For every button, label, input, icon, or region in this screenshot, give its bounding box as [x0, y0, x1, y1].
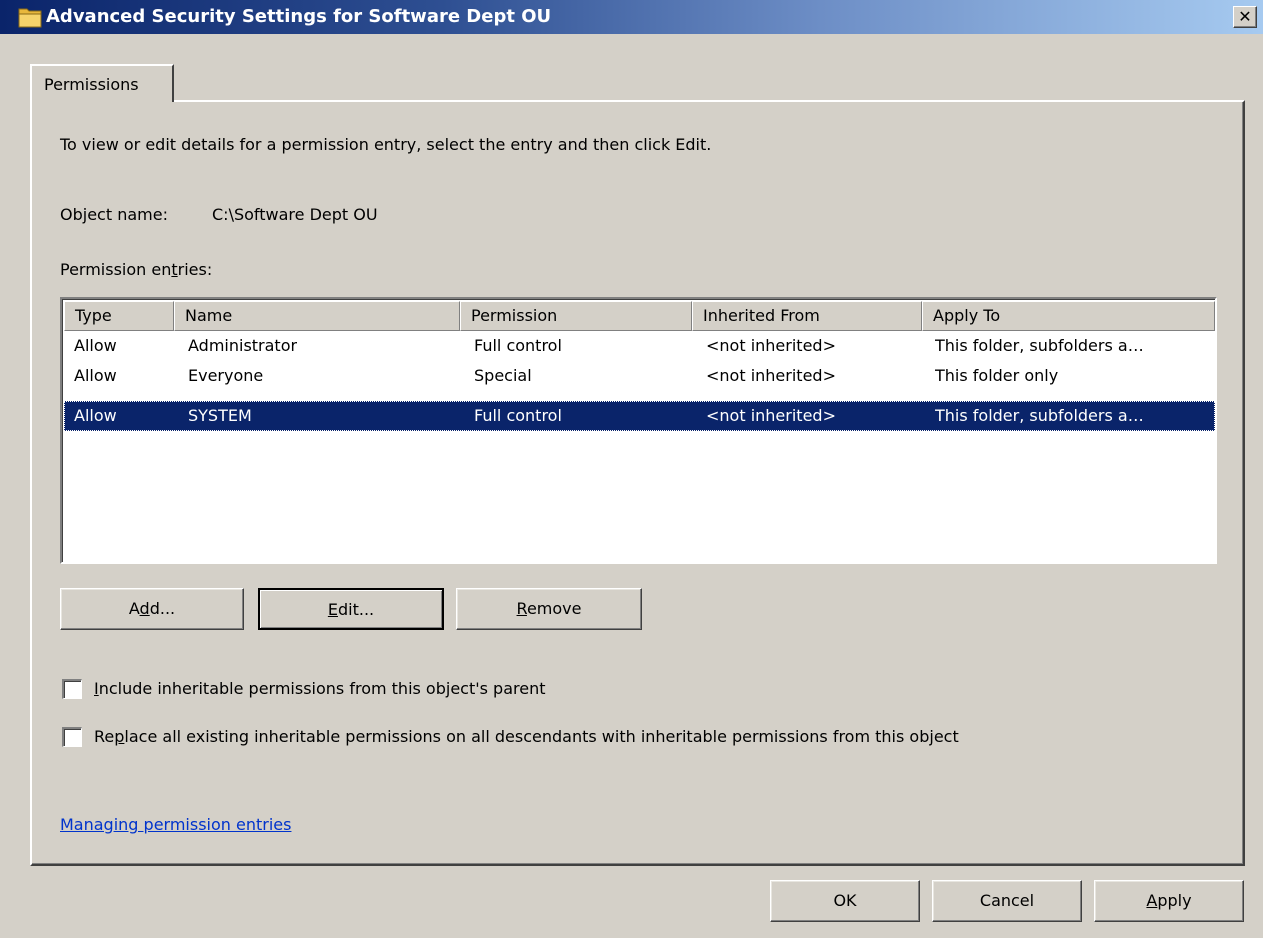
label-part: Re [94, 727, 115, 746]
column-header-inherited-from[interactable]: Inherited From [692, 301, 922, 331]
label-part: ries: [177, 260, 213, 279]
tab-label: Permissions [44, 75, 139, 94]
cell-permission: Full control [474, 406, 562, 425]
label-part: lace all existing inheritable permission… [124, 727, 959, 746]
cell-permission: Full control [474, 336, 562, 355]
btn-accel: R [516, 599, 527, 618]
btn-accel: d [139, 599, 150, 618]
column-header-type[interactable]: Type [64, 301, 174, 331]
title-bar[interactable]: Advanced Security Settings for Software … [0, 0, 1263, 34]
cell-apply-to: This folder only [935, 366, 1059, 385]
cell-name: SYSTEM [188, 406, 252, 425]
btn-label: A [128, 599, 140, 618]
object-name-value: C:\Software Dept OU [212, 205, 378, 224]
include-inheritable-checkbox[interactable] [62, 679, 82, 699]
cell-permission: Special [474, 366, 532, 385]
cell-name: Administrator [188, 336, 298, 355]
edit-button[interactable]: Edit... [258, 588, 444, 630]
object-name-label: Object name: [60, 205, 168, 224]
btn-label: emove [526, 599, 582, 618]
btn-accel: A [1146, 891, 1158, 910]
instructions-text: To view or edit details for a permission… [60, 135, 712, 154]
list-header: Type Name Permission Inherited From Appl… [64, 301, 1215, 331]
btn-label: pply [1157, 891, 1192, 910]
column-header-permission[interactable]: Permission [460, 301, 692, 331]
permission-entries-list[interactable]: Type Name Permission Inherited From Appl… [60, 297, 1217, 564]
replace-permissions-label[interactable]: Replace all existing inheritable permiss… [94, 727, 959, 747]
advanced-security-settings-dialog: Advanced Security Settings for Software … [0, 0, 1263, 938]
include-inheritable-label[interactable]: Include inheritable permissions from thi… [94, 679, 546, 699]
folder-icon [18, 8, 42, 28]
replace-permissions-checkbox[interactable] [62, 727, 82, 747]
cell-apply-to: This folder, subfolders a… [935, 336, 1144, 355]
window-title: Advanced Security Settings for Software … [46, 6, 552, 27]
column-header-apply-to[interactable]: Apply To [922, 301, 1215, 331]
table-row[interactable]: Allow Everyone Special <not inherited> T… [64, 361, 1215, 391]
table-row[interactable]: Allow Administrator Full control <not in… [64, 331, 1215, 361]
remove-button[interactable]: Remove [456, 588, 642, 630]
cell-inherited-from: <not inherited> [706, 336, 836, 355]
cell-inherited-from: <not inherited> [706, 406, 836, 425]
apply-button[interactable]: Apply [1094, 880, 1244, 922]
cell-type: Allow [74, 336, 117, 355]
cell-type: Allow [74, 366, 117, 385]
table-row-selected[interactable]: Allow SYSTEM Full control <not inherited… [64, 401, 1215, 431]
column-header-name[interactable]: Name [174, 301, 460, 331]
label-accel: p [114, 727, 125, 746]
managing-permission-entries-link[interactable]: Managing permission entries [60, 815, 291, 834]
tab-permissions[interactable]: Permissions [30, 64, 174, 102]
btn-label: dit... [337, 600, 375, 619]
permission-entries-label: Permission entries: [60, 260, 212, 280]
cell-apply-to: This folder, subfolders a… [935, 406, 1144, 425]
ok-button[interactable]: OK [770, 880, 920, 922]
close-button[interactable]: ✕ [1233, 6, 1257, 28]
add-button[interactable]: Add... [60, 588, 244, 630]
cell-name: Everyone [188, 366, 264, 385]
cancel-button[interactable]: Cancel [932, 880, 1082, 922]
label-part: nclude inheritable permissions from this… [98, 679, 546, 698]
cell-type: Allow [74, 406, 117, 425]
btn-label: d... [149, 599, 176, 618]
close-icon: ✕ [1238, 7, 1252, 26]
btn-accel: E [327, 600, 338, 619]
label-part: Permission en [60, 260, 172, 279]
cell-inherited-from: <not inherited> [706, 366, 836, 385]
